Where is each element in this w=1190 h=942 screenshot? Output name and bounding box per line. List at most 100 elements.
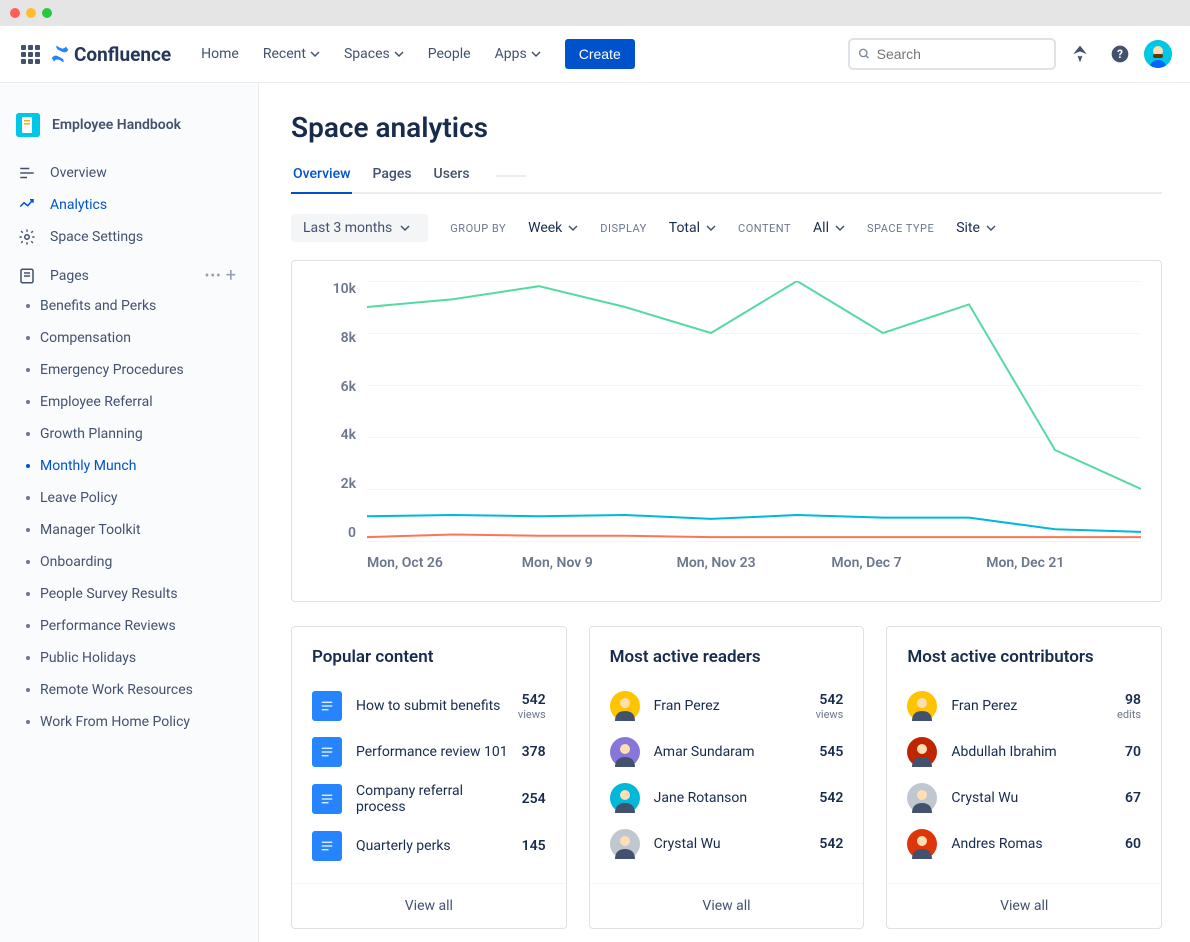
main-content: Space analytics Overview Pages Users Last … xyxy=(259,83,1190,942)
list-item[interactable]: Crystal Wu 542 xyxy=(610,821,844,867)
list-item[interactable]: Andres Romas 60 xyxy=(907,821,1141,867)
pages-more-icon[interactable]: ••• xyxy=(205,268,222,284)
user-avatar-small xyxy=(907,691,937,721)
doc-icon xyxy=(312,784,342,814)
user-avatar-small xyxy=(610,829,640,859)
search-field[interactable] xyxy=(877,46,1046,62)
page-tree-item[interactable]: Monthly Munch xyxy=(8,450,250,482)
nav-home[interactable]: Home xyxy=(191,40,249,68)
page-tree-item[interactable]: People Survey Results xyxy=(8,578,250,610)
view-all-popular[interactable]: View all xyxy=(292,883,566,928)
tab-users[interactable]: Users xyxy=(432,160,472,194)
page-tree-item[interactable]: Employee Referral xyxy=(8,386,250,418)
chart-card: 10k8k6k4k2k0 Mon, Oct 26Mon, Nov 9Mon, N… xyxy=(291,260,1162,602)
page-tree-item[interactable]: Work From Home Policy xyxy=(8,706,250,738)
search-input[interactable] xyxy=(848,38,1056,70)
user-avatar-small xyxy=(907,783,937,813)
window-zoom[interactable] xyxy=(42,8,52,18)
nav-recent[interactable]: Recent xyxy=(253,40,330,68)
page-title: Space analytics xyxy=(291,111,1162,144)
card-title: Most active readers xyxy=(610,647,844,667)
window-close[interactable] xyxy=(10,8,20,18)
sidebar-item-settings[interactable]: Space Settings xyxy=(8,221,250,253)
create-button[interactable]: Create xyxy=(565,39,635,69)
page-tree-item[interactable]: Leave Policy xyxy=(8,482,250,514)
list-item[interactable]: Abdullah Ibrahim 70 xyxy=(907,729,1141,775)
popular-content-card: Popular content How to submit benefits 5… xyxy=(291,626,567,929)
view-all-contributors[interactable]: View all xyxy=(887,883,1161,928)
nav-people[interactable]: People xyxy=(418,40,481,68)
pages-section-header[interactable]: Pages ••• + xyxy=(8,253,250,288)
analytics-icon xyxy=(18,196,36,214)
content-filter[interactable]: All xyxy=(813,220,845,236)
app-switcher-icon[interactable] xyxy=(18,42,42,66)
chevron-down-icon xyxy=(394,49,404,59)
titlebar xyxy=(0,0,1190,26)
user-avatar-small xyxy=(610,737,640,767)
notifications-icon[interactable] xyxy=(1064,38,1096,70)
list-item[interactable]: Crystal Wu 67 xyxy=(907,775,1141,821)
list-item[interactable]: Company referral process 254 xyxy=(312,775,546,823)
user-avatar-small xyxy=(907,829,937,859)
confluence-icon xyxy=(50,44,70,64)
tab-pages[interactable]: Pages xyxy=(370,160,413,194)
page-tree-item[interactable]: Benefits and Perks xyxy=(8,290,250,322)
space-icon xyxy=(16,113,40,137)
sidebar-item-analytics[interactable]: Analytics xyxy=(8,189,250,221)
doc-icon xyxy=(312,831,342,861)
filter-bar: Last 3 months GROUP BY Week DISPLAY Tota… xyxy=(291,214,1162,242)
page-tree-item[interactable]: Remote Work Resources xyxy=(8,674,250,706)
list-item[interactable]: Performance review 101 378 xyxy=(312,729,546,775)
active-contributors-card: Most active contributors Fran Perez 98ed… xyxy=(886,626,1162,929)
list-item[interactable]: Fran Perez 542views xyxy=(610,683,844,729)
page-tree-item[interactable]: Performance Reviews xyxy=(8,610,250,642)
group-by-filter[interactable]: Week xyxy=(528,220,578,236)
search-icon xyxy=(858,47,871,61)
card-title: Popular content xyxy=(312,647,546,667)
list-item[interactable]: Jane Rotanson 542 xyxy=(610,775,844,821)
user-avatar[interactable] xyxy=(1144,40,1172,68)
tabs: Overview Pages Users xyxy=(291,160,1162,194)
chevron-down-icon xyxy=(835,223,845,233)
sidebar-item-overview[interactable]: Overview xyxy=(8,157,250,189)
card-title: Most active contributors xyxy=(907,647,1141,667)
help-icon[interactable]: ? xyxy=(1104,38,1136,70)
doc-icon xyxy=(312,691,342,721)
top-nav: Confluence HomeRecentSpacesPeopleApps Cr… xyxy=(0,26,1190,83)
pages-add-icon[interactable]: + xyxy=(222,265,240,286)
page-tree-item[interactable]: Compensation xyxy=(8,322,250,354)
date-range-filter[interactable]: Last 3 months xyxy=(291,214,428,242)
analytics-chart: 10k8k6k4k2k0 Mon, Oct 26Mon, Nov 9Mon, N… xyxy=(312,281,1141,571)
list-item[interactable]: Fran Perez 98edits xyxy=(907,683,1141,729)
page-tree-item[interactable]: Onboarding xyxy=(8,546,250,578)
space-header[interactable]: Employee Handbook xyxy=(8,107,250,157)
app-name: Confluence xyxy=(74,43,171,66)
gear-icon xyxy=(18,228,36,246)
chevron-down-icon xyxy=(706,223,716,233)
pages-icon xyxy=(18,267,36,285)
user-avatar-small xyxy=(610,783,640,813)
chevron-down-icon xyxy=(531,49,541,59)
overview-icon xyxy=(18,164,36,182)
space-title: Employee Handbook xyxy=(52,117,181,133)
active-readers-card: Most active readers Fran Perez 542views … xyxy=(589,626,865,929)
list-item[interactable]: Amar Sundaram 545 xyxy=(610,729,844,775)
nav-apps[interactable]: Apps xyxy=(485,40,551,68)
chevron-down-icon xyxy=(986,223,996,233)
page-tree-item[interactable]: Growth Planning xyxy=(8,418,250,450)
svg-text:?: ? xyxy=(1117,47,1123,61)
display-filter[interactable]: Total xyxy=(669,220,716,236)
list-item[interactable]: Quarterly perks 145 xyxy=(312,823,546,869)
page-tree-item[interactable]: Manager Toolkit xyxy=(8,514,250,546)
window-minimize[interactable] xyxy=(26,8,36,18)
page-tree-item[interactable]: Emergency Procedures xyxy=(8,354,250,386)
user-avatar-small xyxy=(610,691,640,721)
page-tree-item[interactable]: Public Holidays xyxy=(8,642,250,674)
nav-spaces[interactable]: Spaces xyxy=(334,40,414,68)
space-type-filter[interactable]: Site xyxy=(956,220,996,236)
view-all-readers[interactable]: View all xyxy=(590,883,864,928)
tab-overview[interactable]: Overview xyxy=(291,160,352,194)
confluence-logo[interactable]: Confluence xyxy=(50,43,171,66)
user-avatar-small xyxy=(907,737,937,767)
list-item[interactable]: How to submit benefits 542views xyxy=(312,683,546,729)
